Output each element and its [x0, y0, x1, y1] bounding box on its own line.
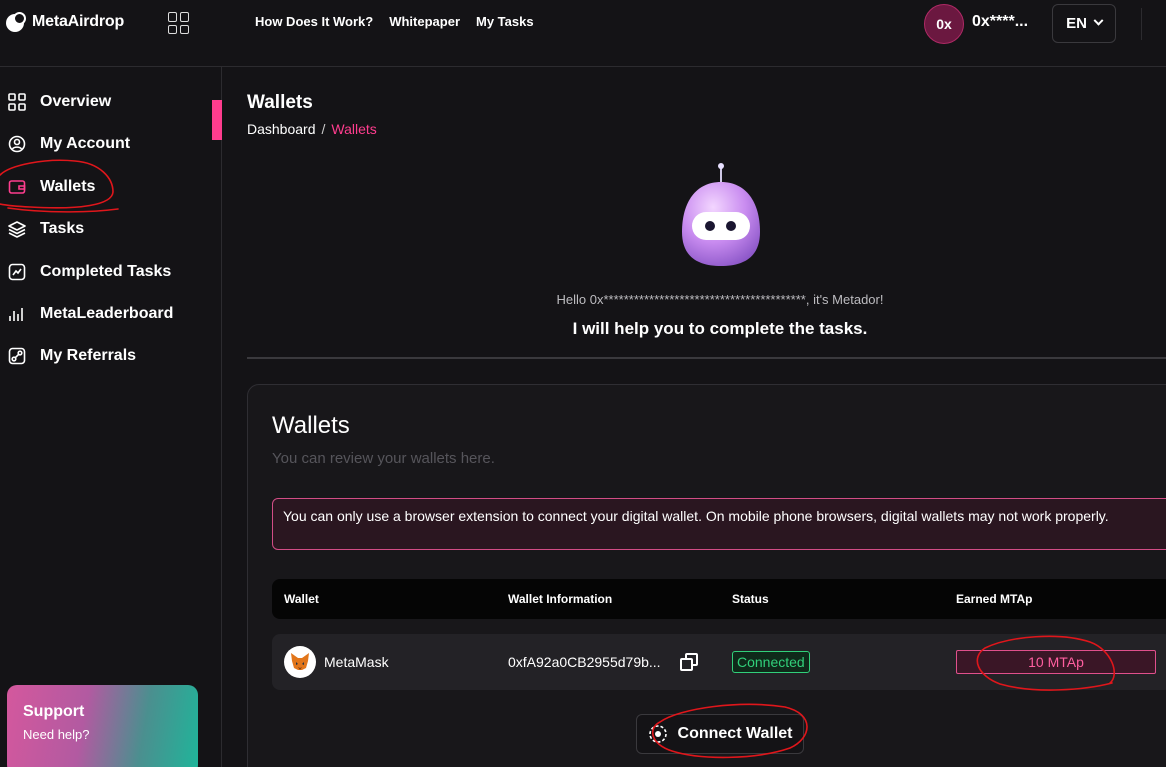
- top-nav: How Does It Work? Whitepaper My Tasks: [255, 14, 534, 29]
- layers-icon: [8, 220, 26, 238]
- apps-grid-icon[interactable]: [168, 12, 190, 34]
- wallet-icon: [8, 178, 26, 196]
- wallet-address: 0xfA92a0CB2955d79b...: [508, 654, 661, 670]
- sidebar-item-wallets[interactable]: Wallets: [0, 172, 95, 202]
- wallet-info-cell: 0xfA92a0CB2955d79b...: [508, 634, 699, 690]
- user-circle-icon: [8, 135, 26, 153]
- earned-cell: 10 MTAp: [956, 634, 1156, 690]
- section-divider: [247, 357, 1166, 359]
- page-title: Wallets: [247, 92, 313, 113]
- sidebar-item-completed-tasks[interactable]: Completed Tasks: [0, 257, 171, 287]
- column-header-wallet: Wallet: [284, 592, 319, 606]
- wallet-cell: MetaMask: [284, 634, 389, 690]
- brand-name: MetaAirdrop: [32, 13, 125, 30]
- status-badge: Connected: [732, 651, 810, 673]
- support-title: Support: [23, 703, 85, 720]
- support-card[interactable]: Support Need help?: [7, 685, 198, 767]
- sidebar-item-label: Completed Tasks: [40, 263, 172, 280]
- breadcrumb-separator: /: [321, 121, 326, 137]
- language-select[interactable]: EN: [1052, 4, 1116, 43]
- table-header: Wallet Wallet Information Status Earned …: [272, 579, 1166, 619]
- active-indicator: [212, 100, 222, 140]
- sidebar-item-overview[interactable]: Overview: [0, 87, 111, 117]
- nav-whitepaper[interactable]: Whitepaper: [389, 14, 460, 29]
- sidebar-item-my-referrals[interactable]: My Referrals: [0, 341, 136, 371]
- wallet-address-short[interactable]: 0x****...: [972, 13, 1028, 31]
- sidebar-item-label: Wallets: [40, 178, 96, 195]
- chevron-down-icon: [1093, 15, 1104, 26]
- nav-how-it-works[interactable]: How Does It Work?: [255, 14, 373, 29]
- completed-tasks-icon: [8, 263, 26, 281]
- support-subtitle: Need help?: [23, 727, 90, 742]
- language-label: EN: [1066, 15, 1087, 32]
- column-header-wallet-information: Wallet Information: [508, 592, 613, 606]
- sidebar-item-label: Overview: [40, 93, 112, 110]
- divider: [1141, 8, 1142, 40]
- sidebar-item-label: My Account: [40, 135, 131, 152]
- copy-icon[interactable]: [679, 652, 699, 672]
- card-subtitle: You can review your wallets here.: [272, 450, 495, 467]
- status-cell: Connected: [732, 634, 810, 690]
- sidebar-item-tasks[interactable]: Tasks: [0, 214, 84, 244]
- connect-wallet-button[interactable]: Connect Wallet: [636, 714, 804, 754]
- sidebar-item-label: MetaLeaderboard: [40, 305, 174, 322]
- grid-icon: [8, 93, 26, 111]
- nav-my-tasks[interactable]: My Tasks: [476, 14, 534, 29]
- connect-wallet-label: Connect Wallet: [677, 725, 793, 742]
- breadcrumb-dashboard[interactable]: Dashboard: [247, 121, 316, 137]
- sidebar-item-metaleaderboard[interactable]: MetaLeaderboard: [0, 299, 173, 329]
- robot-mascot-icon: [682, 163, 760, 266]
- column-header-earned: Earned MTAp: [956, 592, 1033, 606]
- wallet-name: MetaMask: [324, 654, 389, 670]
- logo-icon: [6, 12, 26, 32]
- avatar[interactable]: 0x: [924, 4, 964, 44]
- browser-extension-alert: You can only use a browser extension to …: [272, 498, 1166, 550]
- sidebar-item-label: My Referrals: [40, 347, 137, 364]
- breadcrumb-current: Wallets: [331, 121, 377, 137]
- sidebar-item-my-account[interactable]: My Account: [0, 129, 130, 159]
- top-bar: MetaAirdrop How Does It Work? Whitepaper…: [0, 0, 1166, 67]
- table-row: MetaMask 0xfA92a0CB2955d79b... Connected…: [272, 634, 1166, 690]
- card-title: Wallets: [272, 412, 350, 439]
- greeting-text: Hello 0x********************************…: [556, 292, 884, 307]
- bar-chart-icon: [8, 305, 26, 323]
- sidebar-item-label: Tasks: [40, 220, 85, 237]
- metamask-fox-icon: [284, 646, 316, 678]
- referrals-icon: [8, 347, 26, 365]
- column-header-status: Status: [732, 592, 769, 606]
- help-text: I will help you to complete the tasks.: [572, 319, 868, 338]
- connect-icon: [648, 725, 667, 743]
- brand-logo[interactable]: MetaAirdrop: [6, 12, 124, 32]
- earned-badge: 10 MTAp: [956, 650, 1156, 674]
- sidebar: Overview My Account Wallets Tasks Comple…: [0, 67, 222, 767]
- breadcrumb: Dashboard / Wallets: [247, 121, 377, 137]
- wallets-card: [247, 384, 1166, 767]
